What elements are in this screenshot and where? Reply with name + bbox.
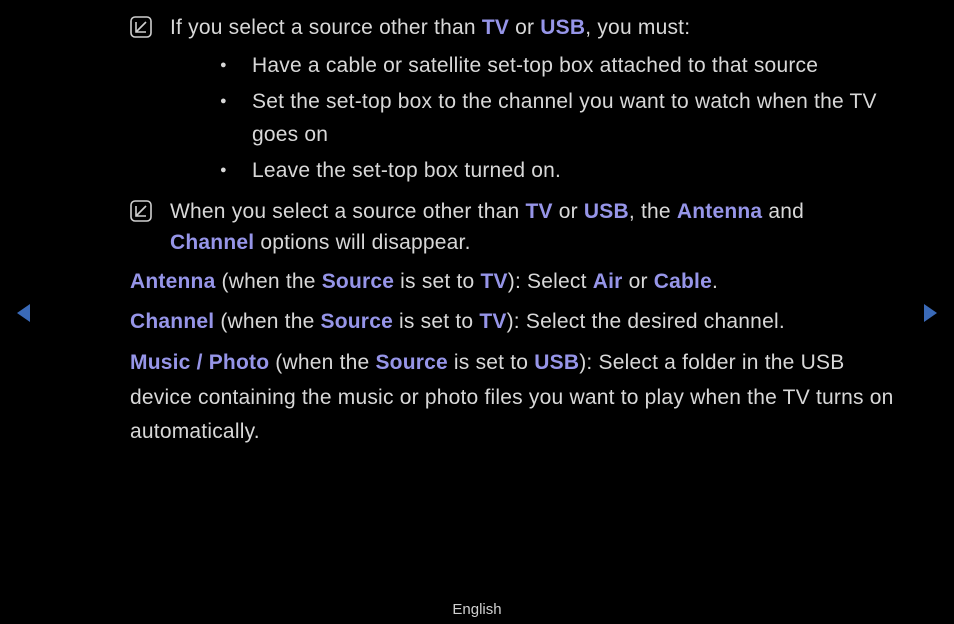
antenna-tv: TV xyxy=(480,270,507,293)
note-icon xyxy=(130,200,152,222)
note2-usb: USB xyxy=(584,200,629,223)
music-p2: is set to xyxy=(448,351,534,374)
music-source: Source xyxy=(375,351,447,374)
bullet-list: Have a cable or satellite set-top box at… xyxy=(170,50,894,188)
note1-post: , you must: xyxy=(585,16,690,39)
list-item: Leave the set-top box turned on. xyxy=(220,155,894,188)
note2-post: options will disappear. xyxy=(254,231,470,254)
note2-pre: When you select a source other than xyxy=(170,200,525,223)
note-text-1: If you select a source other than TV or … xyxy=(170,12,894,192)
channel-p2: is set to xyxy=(393,310,479,333)
note2-tv: TV xyxy=(525,200,552,223)
channel-label: Channel xyxy=(130,310,214,333)
previous-page-button[interactable] xyxy=(14,302,34,329)
music-label: Music / Photo xyxy=(130,351,269,374)
music-photo-paragraph: Music / Photo (when the Source is set to… xyxy=(130,346,894,450)
note-block-2: When you select a source other than TV o… xyxy=(130,196,894,259)
music-p1: (when the xyxy=(269,351,375,374)
note1-usb: USB xyxy=(540,16,585,39)
note-icon xyxy=(130,16,152,38)
list-item: Have a cable or satellite set-top box at… xyxy=(220,50,894,83)
language-indicator: English xyxy=(0,601,954,618)
note1-tv: TV xyxy=(482,16,509,39)
antenna-source: Source xyxy=(322,270,394,293)
antenna-paragraph: Antenna (when the Source is set to TV): … xyxy=(130,265,894,300)
channel-tv: TV xyxy=(479,310,506,333)
antenna-label: Antenna xyxy=(130,270,215,293)
antenna-air: Air xyxy=(593,270,623,293)
antenna-p2: is set to xyxy=(394,270,480,293)
triangle-right-icon xyxy=(920,302,940,324)
note2-mid3: and xyxy=(762,200,804,223)
antenna-p1: (when the xyxy=(215,270,321,293)
note-text-2: When you select a source other than TV o… xyxy=(170,196,894,259)
list-item: Set the set-top box to the channel you w… xyxy=(220,86,894,151)
channel-paragraph: Channel (when the Source is set to TV): … xyxy=(130,305,894,340)
antenna-p5: . xyxy=(712,270,718,293)
triangle-left-icon xyxy=(14,302,34,324)
antenna-p4: or xyxy=(623,270,654,293)
note2-mid2: , the xyxy=(629,200,677,223)
next-page-button[interactable] xyxy=(920,302,940,329)
antenna-cable: Cable xyxy=(654,270,712,293)
note1-pre: If you select a source other than xyxy=(170,16,482,39)
help-content: If you select a source other than TV or … xyxy=(0,0,954,450)
channel-p3: ): Select the desired channel. xyxy=(507,310,785,333)
note1-mid1: or xyxy=(509,16,540,39)
channel-source: Source xyxy=(321,310,393,333)
music-usb: USB xyxy=(534,351,579,374)
channel-p1: (when the xyxy=(214,310,320,333)
note2-channel: Channel xyxy=(170,231,254,254)
note-block-1: If you select a source other than TV or … xyxy=(130,12,894,192)
note2-mid1: or xyxy=(553,200,584,223)
note2-antenna: Antenna xyxy=(677,200,762,223)
antenna-p3: ): Select xyxy=(508,270,593,293)
